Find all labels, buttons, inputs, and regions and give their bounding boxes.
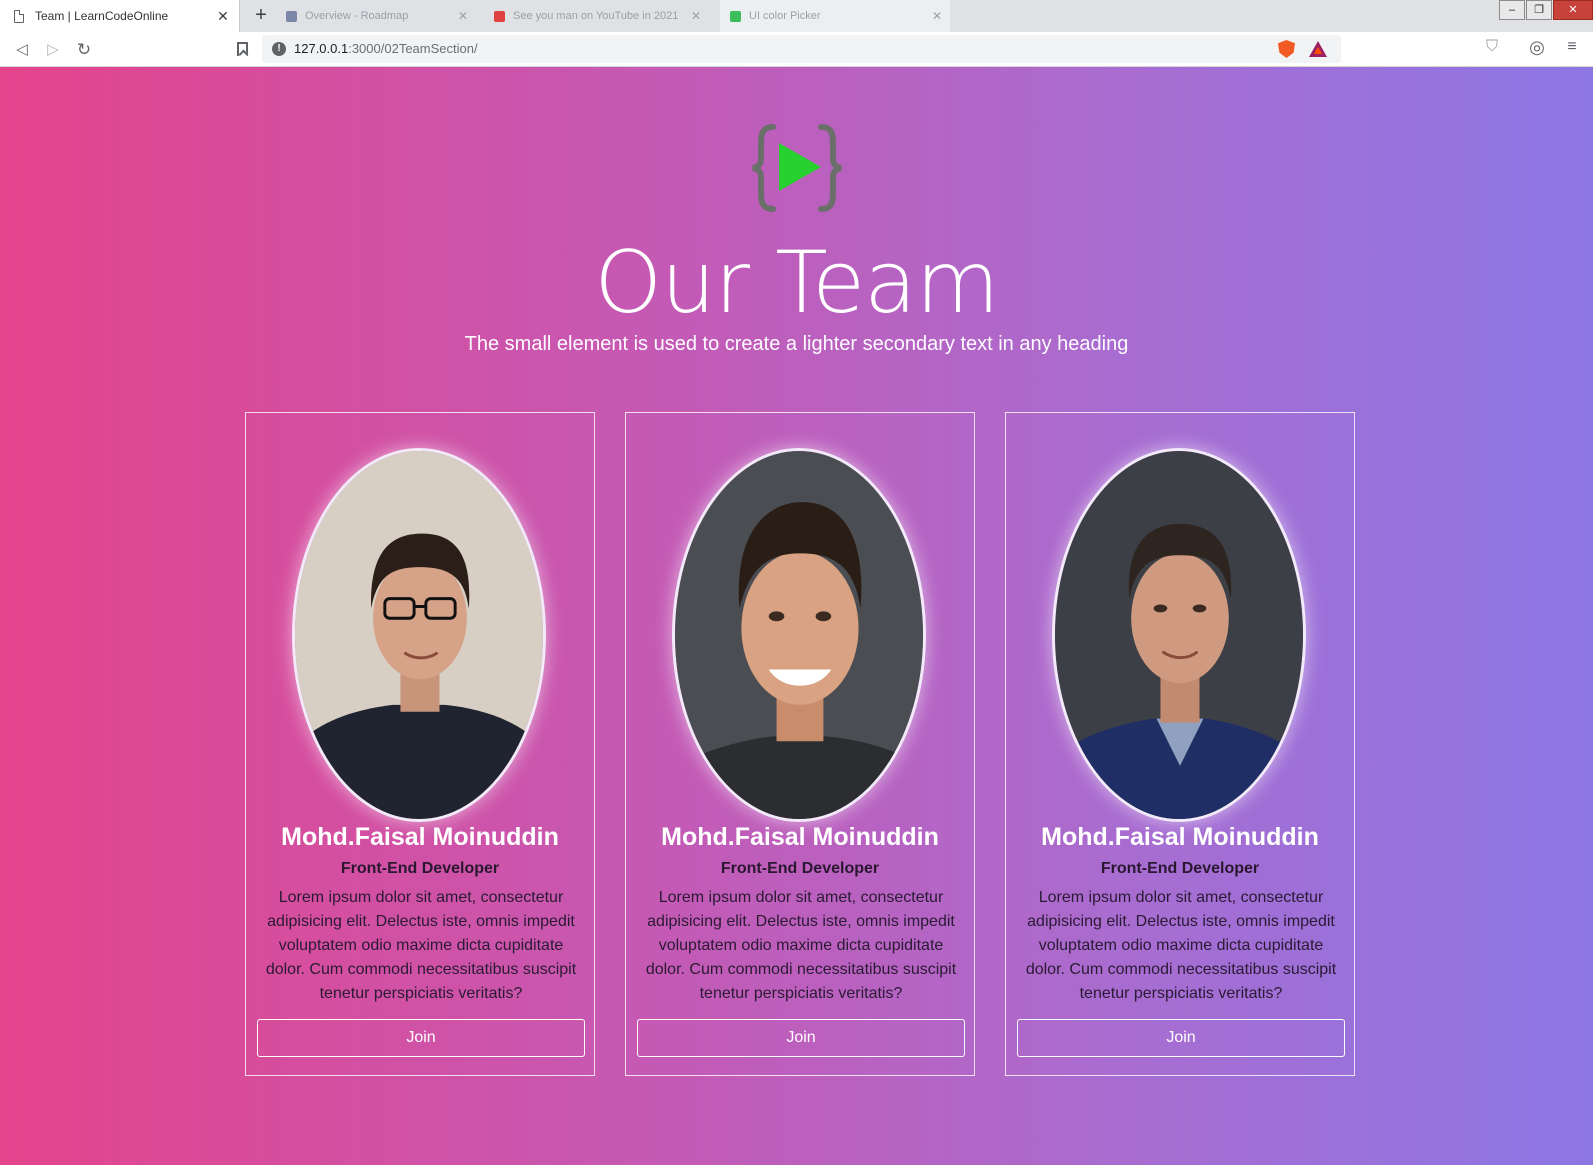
member-photo: [1052, 448, 1306, 822]
tab-youtube[interactable]: See you man on YouTube in 2021 ✕: [484, 0, 709, 32]
join-button[interactable]: Join: [1017, 1019, 1345, 1057]
tab-title: Team | LearnCodeOnline: [35, 9, 169, 23]
window-close-button[interactable]: ✕: [1553, 0, 1593, 20]
brave-rewards-icon[interactable]: [1309, 41, 1327, 57]
close-tab-icon[interactable]: ✕: [215, 8, 231, 24]
member-role: Front-End Developer: [1100, 860, 1260, 877]
join-button[interactable]: Join: [257, 1019, 585, 1057]
youtube-icon: [494, 10, 505, 22]
play-logo-icon: [752, 124, 842, 212]
tab-color-picker[interactable]: UI color Picker ✕: [720, 0, 950, 32]
browser-toolbar: ◁ ▷ ↻ ! 127.0.0.1:3000/02TeamSection/ ⛉ …: [0, 32, 1593, 67]
member-photo: [672, 448, 926, 822]
tab-title: UI color Picker: [749, 10, 821, 22]
join-button[interactable]: Join: [637, 1019, 965, 1057]
portrait-image: [675, 451, 923, 819]
member-bio: Lorem ipsum dolor sit amet, consectetur …: [645, 889, 957, 1002]
address-bar[interactable]: ! 127.0.0.1:3000/02TeamSection/: [262, 35, 1341, 63]
url-path: :3000/02TeamSection/: [348, 41, 478, 56]
reload-icon[interactable]: ↻: [73, 39, 95, 61]
member-name: Mohd.Faisal Moinuddin: [1041, 823, 1319, 851]
team-card: Mohd.Faisal Moinuddin Front-End Develope…: [245, 412, 595, 1076]
member-role: Front-End Developer: [340, 860, 500, 877]
forward-arrow-icon[interactable]: ▷: [42, 39, 64, 61]
tab-title: See you man on YouTube in 2021: [513, 10, 679, 22]
tab-title: Overview - Roadmap: [305, 10, 409, 22]
bookmark-icon[interactable]: [237, 42, 248, 56]
tab-team[interactable]: Team | LearnCodeOnline ✕: [0, 0, 240, 32]
close-tab-icon[interactable]: ✕: [932, 9, 942, 23]
url-text[interactable]: 127.0.0.1:3000/02TeamSection/: [294, 41, 478, 56]
member-role: Front-End Developer: [720, 860, 880, 877]
close-tab-icon[interactable]: ✕: [458, 9, 468, 23]
url-host: 127.0.0.1: [294, 41, 349, 56]
shield-extension-icon[interactable]: ⛉: [1482, 37, 1502, 57]
team-card: Mohd.Faisal Moinuddin Front-End Develope…: [625, 412, 975, 1076]
document-icon: [14, 9, 24, 23]
brave-shield-icon[interactable]: [1278, 40, 1295, 58]
site-icon: [286, 10, 297, 22]
maximize-button[interactable]: ❐: [1526, 0, 1552, 20]
tab-roadmap[interactable]: Overview - Roadmap ✕: [276, 0, 476, 32]
menu-icon[interactable]: ≡: [1562, 37, 1582, 57]
page-subtitle: The small element is used to create a li…: [464, 333, 1129, 355]
portrait-image: [295, 451, 543, 819]
member-photo: [292, 448, 546, 822]
page-title: Our Team: [594, 233, 999, 333]
window-controls: – ❐ ✕: [1498, 0, 1593, 22]
site-icon: [730, 10, 741, 22]
back-arrow-icon[interactable]: ◁: [11, 39, 33, 61]
member-name: Mohd.Faisal Moinuddin: [661, 823, 939, 851]
profile-icon[interactable]: ◎: [1527, 37, 1547, 57]
member-bio: Lorem ipsum dolor sit amet, consectetur …: [265, 889, 577, 1002]
new-tab-button[interactable]: +: [250, 5, 272, 27]
team-card: Mohd.Faisal Moinuddin Front-End Develope…: [1005, 412, 1355, 1076]
minimize-button[interactable]: –: [1499, 0, 1525, 20]
info-icon[interactable]: !: [272, 42, 286, 56]
close-tab-icon[interactable]: ✕: [691, 9, 701, 23]
page-viewport: Our Team The small element is used to cr…: [0, 67, 1593, 1165]
tab-strip: Team | LearnCodeOnline ✕ + Overview - Ro…: [0, 0, 1593, 32]
member-name: Mohd.Faisal Moinuddin: [281, 823, 559, 851]
portrait-image: [1055, 451, 1303, 819]
member-bio: Lorem ipsum dolor sit amet, consectetur …: [1025, 889, 1337, 1002]
